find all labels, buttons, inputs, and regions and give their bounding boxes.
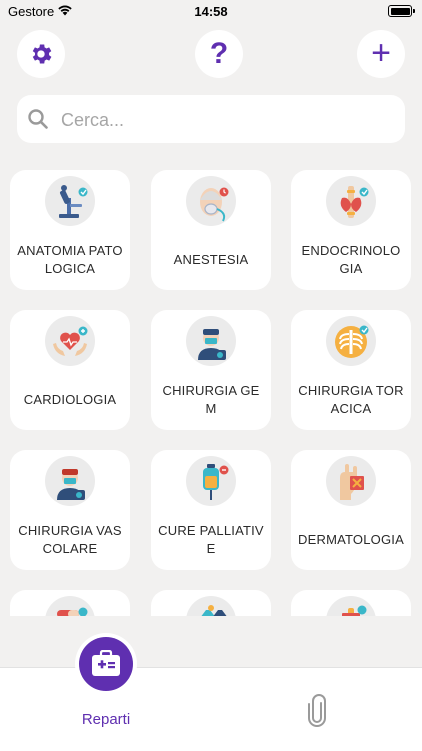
- department-card-anatomia-patologica[interactable]: ANATOMIA PATOLOGICA: [10, 170, 130, 290]
- settings-button[interactable]: [17, 30, 65, 78]
- department-label: CHIRURGIA TORACICA: [298, 383, 404, 416]
- department-label: CHIRURGIA VASCOLARE: [18, 523, 122, 556]
- paperclip-icon[interactable]: [305, 694, 329, 728]
- surgeon-icon: [198, 329, 226, 360]
- department-card-cure-palliative[interactable]: CURE PALLIATIVE: [151, 450, 271, 570]
- department-card[interactable]: [10, 590, 130, 616]
- tab-reparti-button[interactable]: [79, 637, 133, 691]
- help-button[interactable]: ?: [195, 30, 243, 78]
- pill-icon: [57, 607, 88, 616]
- first-aid-kit-icon: [92, 650, 120, 676]
- status-bar: Gestore 14:58: [0, 0, 422, 24]
- heart-hands-icon: [53, 326, 88, 356]
- clock: 14:58: [194, 4, 228, 19]
- gear-icon: [32, 44, 52, 64]
- skin-icon: [340, 464, 364, 500]
- search-icon: [28, 109, 48, 129]
- search-bar[interactable]: [17, 95, 405, 143]
- department-card-endocrinologia[interactable]: ENDOCRINOLOGIA: [291, 170, 411, 290]
- tab-reparti-label[interactable]: Reparti: [56, 711, 156, 728]
- tab-bar: [0, 667, 422, 751]
- department-card-anestesia[interactable]: ANESTESIA: [151, 170, 271, 290]
- department-label: ANATOMIA PATOLOGICA: [17, 243, 123, 276]
- add-button[interactable]: +: [357, 30, 405, 78]
- department-label: DERMATOLOGIA: [298, 532, 404, 547]
- department-label: ANESTESIA: [173, 252, 249, 267]
- department-card-cardiologia[interactable]: CARDIOLOGIA: [10, 310, 130, 430]
- department-label: CURE PALLIATIVE: [158, 523, 264, 556]
- thyroid-icon: [340, 186, 369, 218]
- department-card-chirurgia-gem[interactable]: CHIRURGIA GEM: [151, 310, 271, 430]
- medical-icon: [342, 605, 367, 616]
- lab-flask-icon: [201, 605, 227, 616]
- microscope-icon: [59, 185, 88, 218]
- iv-bag-icon: [203, 464, 229, 500]
- surgeon-icon: [57, 469, 85, 500]
- departments-grid: ANATOMIA PATOLOGICA ANESTESIA ENDOCRINOL…: [0, 160, 422, 616]
- battery-icon: [388, 5, 415, 17]
- department-card-dermatologia[interactable]: DERMATOLOGIA: [291, 450, 411, 570]
- question-mark-icon: ?: [209, 37, 229, 70]
- department-label: CHIRURGIA GEM: [162, 383, 260, 416]
- department-card-chirurgia-toracica[interactable]: CHIRURGIA TORACICA: [291, 310, 411, 430]
- department-card[interactable]: [291, 590, 411, 616]
- department-card-chirurgia-vascolare[interactable]: CHIRURGIA VASCOLARE: [10, 450, 130, 570]
- ribcage-icon: [335, 325, 369, 358]
- department-label: CARDIOLOGIA: [23, 392, 117, 407]
- search-input[interactable]: [59, 103, 393, 137]
- department-card[interactable]: [151, 590, 271, 616]
- plus-icon: +: [371, 33, 391, 72]
- department-label: ENDOCRINOLOGIA: [301, 243, 401, 276]
- anesthesia-mask-icon: [200, 187, 229, 222]
